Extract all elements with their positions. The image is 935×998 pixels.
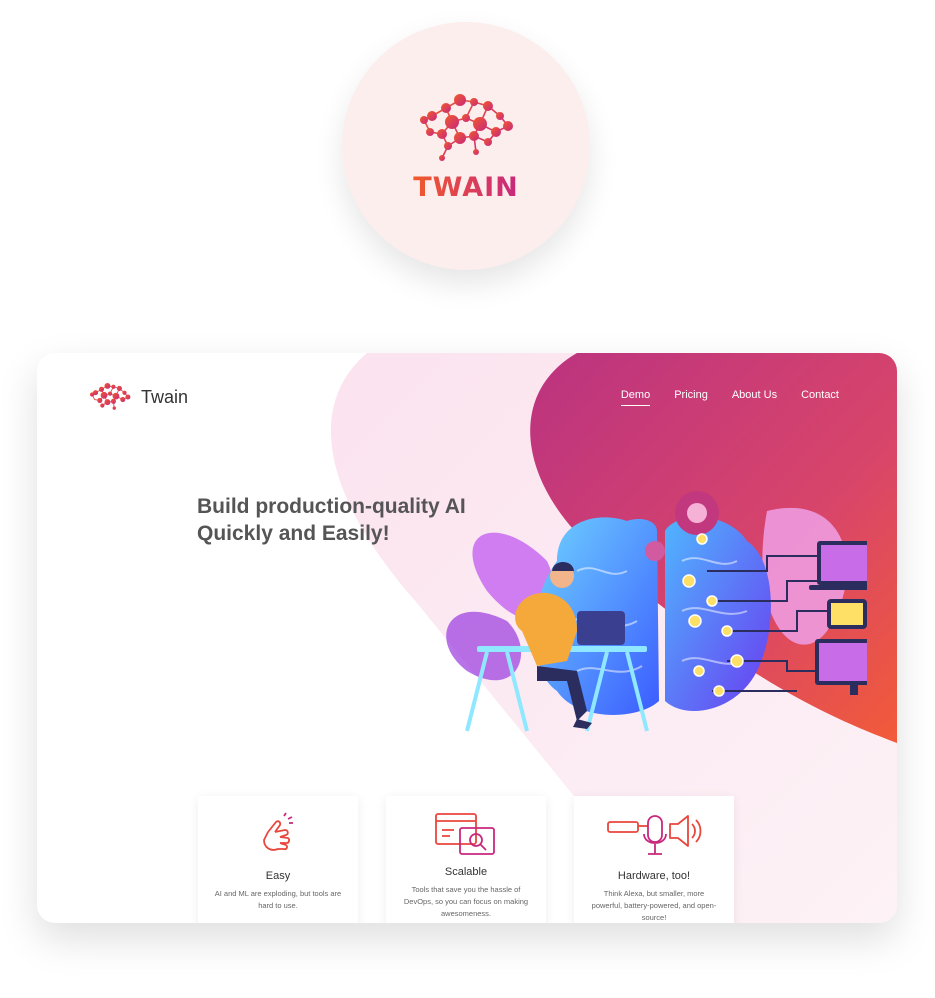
- logo-badge: TWAIN: [342, 22, 590, 270]
- nav-demo[interactable]: Demo: [620, 389, 651, 406]
- feature-title: Scalable: [444, 866, 488, 878]
- feature-description: AI and ML are exploding, but tools are h…: [214, 889, 342, 910]
- gear-icon: [645, 541, 665, 561]
- main-nav: Demo Pricing About Us Contact: [620, 389, 839, 406]
- brain-logo-icon: [89, 382, 131, 410]
- hero-illustration: [446, 491, 867, 732]
- feature-description: Think Alexa, but smaller, more powerful,…: [591, 889, 717, 922]
- browser-search-icon: [435, 813, 495, 855]
- microphone-speaker-icon: [607, 815, 702, 855]
- hand-snap-icon: [263, 812, 293, 851]
- feature-card-easy: Easy AI and ML are exploding, but tools …: [198, 796, 358, 923]
- feature-description: Tools that save you the hassle of DevOps…: [403, 885, 529, 918]
- nav-contact[interactable]: Contact: [801, 389, 839, 406]
- brand-name: Twain: [141, 386, 189, 407]
- nav-pricing[interactable]: Pricing: [674, 389, 708, 406]
- site-brand[interactable]: Twain: [87, 377, 188, 417]
- feature-title: Hardware, too!: [617, 870, 691, 882]
- brain-right-hemisphere: [665, 517, 771, 711]
- logo-wordmark: TWAIN: [413, 172, 519, 203]
- brain-network-icon: [420, 94, 513, 161]
- feature-card-scalable: Scalable Tools that save you the hassle …: [386, 796, 546, 923]
- feature-title: Easy: [265, 870, 291, 882]
- feature-card-hardware: Hardware, too! Think Alexa, but smaller,…: [574, 796, 734, 923]
- website-preview: Twain Demo Pricing About Us Contact Buil…: [37, 353, 897, 923]
- nav-about-us[interactable]: About Us: [732, 389, 777, 406]
